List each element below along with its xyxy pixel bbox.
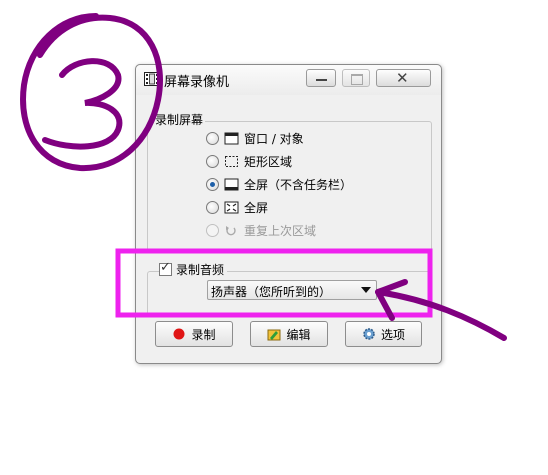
option-label: 全屏（不含任务栏） bbox=[244, 177, 353, 192]
edit-button-label: 编辑 bbox=[286, 327, 311, 342]
window-title: 屏幕录像机 bbox=[164, 75, 230, 90]
option-label: 全屏 bbox=[244, 200, 269, 215]
edit-button[interactable]: 编辑 bbox=[250, 321, 328, 347]
repeat-icon bbox=[226, 225, 236, 235]
annotation-number-3 bbox=[42, 58, 123, 150]
option-label: 矩形区域 bbox=[244, 154, 293, 169]
record-audio-checkbox-row[interactable]: ✓ 录制音频 bbox=[159, 260, 228, 278]
radio-repeat-last-region[interactable] bbox=[206, 223, 219, 237]
record-button-label: 录制 bbox=[191, 327, 216, 342]
screen-recorder-window: 屏幕录像机 ✕ 录制屏幕 窗口 / 对象 矩形区域 全屏（不含任务栏） 全屏 重… bbox=[135, 64, 442, 364]
minimize-icon bbox=[316, 79, 327, 81]
radio-rect-region[interactable] bbox=[206, 154, 219, 168]
fullscreen-icon bbox=[224, 201, 239, 213]
close-button[interactable]: ✕ bbox=[376, 69, 431, 87]
checkmark-icon: ✓ bbox=[160, 260, 171, 275]
screen-taskbar-icon bbox=[224, 178, 239, 190]
window-icon bbox=[224, 132, 239, 144]
dashed-rect-icon bbox=[225, 155, 238, 167]
dropdown-arrow-icon[interactable] bbox=[361, 287, 371, 293]
option-repeat-last-region[interactable]: 重复上次区域 bbox=[206, 221, 316, 239]
option-label: 窗口 / 对象 bbox=[244, 131, 304, 146]
gear-icon bbox=[363, 328, 375, 340]
audio-source-value: 扬声器（您所听到的） bbox=[211, 285, 332, 299]
record-audio-checkbox[interactable]: ✓ bbox=[159, 260, 172, 276]
option-rect-region[interactable]: 矩形区域 bbox=[206, 152, 292, 170]
record-audio-label: 录制音频 bbox=[176, 263, 225, 277]
edit-folder-icon bbox=[267, 329, 281, 341]
record-button[interactable]: 录制 bbox=[155, 321, 233, 347]
maximize-button[interactable] bbox=[342, 69, 370, 87]
radio-fullscreen-no-taskbar[interactable] bbox=[206, 177, 219, 191]
radio-fullscreen[interactable] bbox=[206, 200, 219, 214]
options-button[interactable]: 选项 bbox=[345, 321, 422, 347]
title-bar[interactable]: 屏幕录像机 ✕ bbox=[136, 65, 441, 95]
options-button-label: 选项 bbox=[380, 327, 405, 342]
audio-source-dropdown[interactable]: 扬声器（您所听到的） bbox=[207, 280, 377, 300]
option-window-object[interactable]: 窗口 / 对象 bbox=[206, 129, 304, 147]
maximize-icon bbox=[351, 74, 363, 85]
film-icon bbox=[144, 72, 160, 86]
close-icon: ✕ bbox=[396, 69, 409, 87]
record-dot-icon bbox=[173, 328, 185, 340]
minimize-button[interactable] bbox=[306, 69, 336, 87]
option-label: 重复上次区域 bbox=[244, 223, 317, 238]
option-fullscreen-no-taskbar[interactable]: 全屏（不含任务栏） bbox=[206, 175, 352, 193]
record-screen-legend: 录制屏幕 bbox=[153, 111, 206, 128]
option-fullscreen[interactable]: 全屏 bbox=[206, 198, 268, 216]
radio-window-object[interactable] bbox=[206, 131, 219, 145]
